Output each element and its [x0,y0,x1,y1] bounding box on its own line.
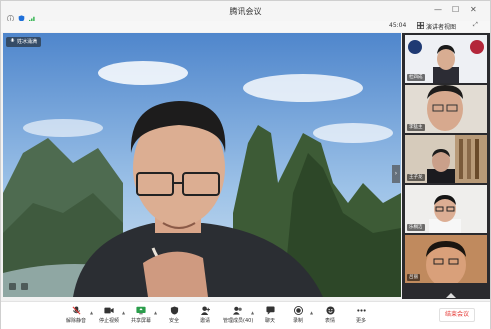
manage-members-label: 管理成员(40) [223,318,254,324]
chat-label: 聊天 [264,318,275,324]
share-options-caret-icon[interactable]: ▲ [154,310,157,315]
members-options-caret-icon[interactable]: ▲ [251,310,254,315]
security-label: 安全 [168,318,179,324]
emoji-label: 表情 [324,318,335,324]
window-title: 腾讯会议 [229,7,262,16]
chat-button[interactable]: 聊天 [257,306,283,328]
meeting-toolbar: 解除静音 ▲ 停止视频 ▲ 共享屏幕 ▲ 安全 邀请 管理成员(40) ▲ 聊天 [1,301,490,329]
participant-tile[interactable]: 李猛主 [405,85,487,133]
members-icon [233,306,242,315]
screenshot-icon[interactable] [9,283,16,290]
more-button[interactable]: 更多 [348,306,374,328]
speaker-mic-icon [10,37,15,47]
manage-members-button[interactable]: 管理成员(40) [223,306,253,328]
grid-view-icon [417,21,424,31]
participant-tile[interactable]: 乐桐洁 [405,185,487,233]
invite-button[interactable]: 邀请 [192,306,218,328]
participant-tile[interactable]: 王子龙 [405,135,487,183]
invite-icon [200,306,210,315]
share-screen-button[interactable]: 共享屏幕 [128,306,154,328]
emoji-icon [325,306,335,315]
audio-options-caret-icon[interactable]: ▲ [90,310,93,315]
view-switch-label: 演讲者视图 [426,23,457,31]
main-speaker-video[interactable] [3,33,401,297]
unmute-button[interactable]: 解除静音 [63,306,89,328]
more-label: 更多 [355,318,366,324]
more-icon [356,309,366,312]
participant-name: 王子龙 [407,174,425,181]
video-options-caret-icon[interactable]: ▲ [122,310,125,315]
participant-name: 杜四成 [407,74,425,81]
participant-tile[interactable]: 杜四成 [405,35,487,83]
display-settings-icon[interactable] [21,283,28,290]
view-switch-button[interactable]: 演讲者视图 [417,21,456,31]
close-icon[interactable]: ✕ [470,5,477,14]
fullscreen-icon[interactable]: ⤢ [473,21,478,29]
stop-video-button[interactable]: 停止视频 [96,306,122,328]
meeting-window: 腾讯会议 — ☐ ✕ 45:04 演讲者视图 ⤢ 姓冰涌满 › 杜四成 李猛主 … [0,0,491,329]
stop-video-label: 停止视频 [98,318,119,324]
participant-name: 乐桐洁 [407,224,425,231]
chat-icon [265,306,275,315]
record-button[interactable]: 录制 [285,306,311,328]
participant-sidebar: 杜四成 李猛主 王子龙 乐桐洁 吕丽 [402,33,490,299]
collapse-sidebar-arrow[interactable]: › [392,165,400,183]
meeting-timer: 45:04 [389,22,407,29]
invite-label: 邀请 [199,318,210,324]
share-screen-icon [136,306,146,315]
minimize-icon[interactable]: — [434,5,442,14]
participant-tile[interactable]: 吕丽 [405,235,487,283]
record-label: 录制 [292,318,303,324]
meeting-info-bar: 45:04 演讲者视图 ⤢ [1,21,490,32]
sidebar-scroll-up-icon[interactable] [446,293,456,298]
shield-icon [170,306,178,315]
maximize-icon[interactable]: ☐ [452,5,459,14]
unmute-label: 解除静音 [65,318,86,324]
end-meeting-button[interactable]: 结束会议 [439,308,475,322]
record-icon [293,306,303,315]
emoji-button[interactable]: 表情 [317,306,343,328]
speaker-name: 姓冰涌满 [17,39,38,45]
mic-off-icon [72,306,80,315]
share-screen-label: 共享屏幕 [130,318,151,324]
participant-name: 吕丽 [407,274,420,281]
video-overlay-controls [9,283,28,290]
title-bar: 腾讯会议 — ☐ ✕ [1,1,490,22]
speaker-name-tag: 姓冰涌满 [6,37,42,47]
camera-icon [104,307,114,314]
speaker-video-frame [3,33,401,297]
participant-name: 李猛主 [407,124,425,131]
security-button[interactable]: 安全 [161,306,187,328]
record-options-caret-icon[interactable]: ▲ [310,310,313,315]
